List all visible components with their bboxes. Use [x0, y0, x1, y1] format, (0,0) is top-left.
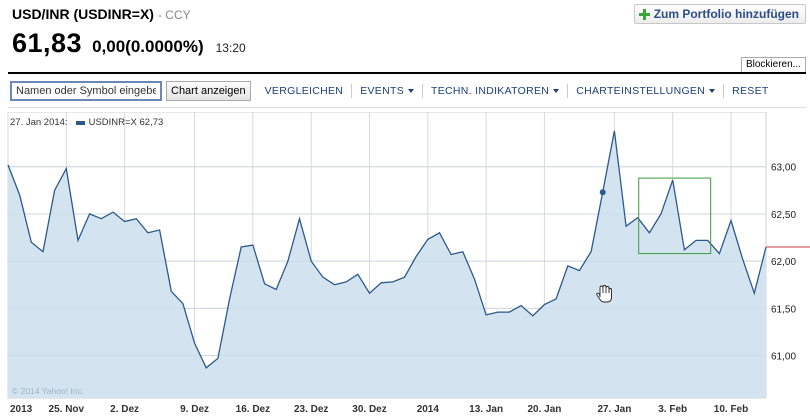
chart-legend: 27. Jan 2014: USDINR=X 62,73 — [10, 117, 163, 128]
y-tick-label: 62,00 — [771, 257, 796, 268]
menu-chart-settings[interactable]: CHARTEINSTELLUNGEN — [567, 83, 723, 98]
add-to-portfolio-label: Zum Portfolio hinzufügen — [653, 7, 799, 21]
legend-date: 27. Jan 2014: — [10, 117, 68, 128]
menu-reset-label: RESET — [732, 84, 769, 97]
y-tick-label: 61,00 — [771, 352, 796, 363]
blockieren-tab[interactable]: Blockieren... — [740, 57, 806, 72]
x-tick-label: 2. Dez — [110, 404, 139, 415]
x-tick-label: 2014 — [417, 404, 440, 415]
x-tick-label: 16. Dez — [236, 404, 270, 415]
menu-events-label: EVENTS — [360, 84, 404, 97]
x-tick-label: 30. Dez — [352, 404, 386, 415]
price-row: 61,83 0,00 (0.0000%) 13:20 — [12, 28, 246, 59]
chart-toolbar: Chart anzeigen VERGLEICHEN EVENTS TECHN.… — [8, 72, 806, 108]
x-tick-label: 9. Dez — [180, 404, 209, 415]
add-to-portfolio-button[interactable]: Zum Portfolio hinzufügen — [633, 4, 806, 24]
menu-chart-settings-label: CHARTEINSTELLUNGEN — [576, 84, 706, 97]
last-price: 61,83 — [12, 28, 83, 58]
chevron-down-icon — [709, 88, 716, 93]
price-change-pct: (0.0000%) — [125, 37, 204, 56]
x-tick-label: 23. Dez — [294, 404, 328, 415]
chevron-down-icon — [553, 88, 560, 93]
symbol-search-input[interactable] — [10, 80, 162, 101]
y-tick-label: 62,50 — [771, 210, 796, 221]
chevron-down-icon — [408, 88, 414, 93]
exchange-label: - CCY — [157, 8, 191, 22]
y-tick-label: 61,50 — [771, 304, 796, 315]
plus-icon — [638, 8, 650, 20]
x-tick-label: 10. Feb — [714, 404, 748, 415]
menu-compare[interactable]: VERGLEICHEN — [257, 84, 352, 98]
symbol-title: USD/INR (USDINR=X) - CCY — [12, 6, 191, 22]
symbol-title-text: USD/INR (USDINR=X) — [12, 6, 154, 22]
x-tick-label: 3. Feb — [658, 404, 687, 415]
menu-events[interactable]: EVENTS — [351, 83, 422, 98]
x-tick-label: 20. Jan — [527, 404, 561, 415]
menu-technical-indicators[interactable]: TECHN. INDIKATOREN — [422, 83, 567, 98]
y-tick-label: 63,00 — [771, 163, 796, 174]
price-change: 0,00 — [92, 37, 126, 56]
copyright: © 2014 Yahoo! Inc. — [12, 386, 84, 396]
highlighted-point — [599, 189, 606, 196]
x-tick-label: 25. Nov — [49, 404, 85, 415]
x-tick-label: 2013 — [10, 404, 33, 415]
price-chart[interactable]: 27. Jan 2014: USDINR=X 62,73 63,00 62,50 6… — [0, 112, 810, 418]
show-chart-button[interactable]: Chart anzeigen — [166, 80, 251, 101]
menu-compare-label: VERGLEICHEN — [264, 84, 344, 97]
menu-technical-indicators-label: TECHN. INDIKATOREN — [431, 84, 550, 97]
x-tick-label: 13. Jan — [469, 404, 503, 415]
legend-swatch — [75, 120, 85, 125]
quote-time: 13:20 — [215, 41, 246, 55]
x-tick-label: 27. Jan — [597, 404, 631, 415]
legend-series-label: USDINR=X 62,73 — [88, 117, 164, 128]
chart-canvas[interactable]: 63,00 62,50 62,00 61,50 61,00 2013 25. Nov 2. D… — [0, 112, 810, 418]
menu-reset[interactable]: RESET — [723, 83, 777, 98]
